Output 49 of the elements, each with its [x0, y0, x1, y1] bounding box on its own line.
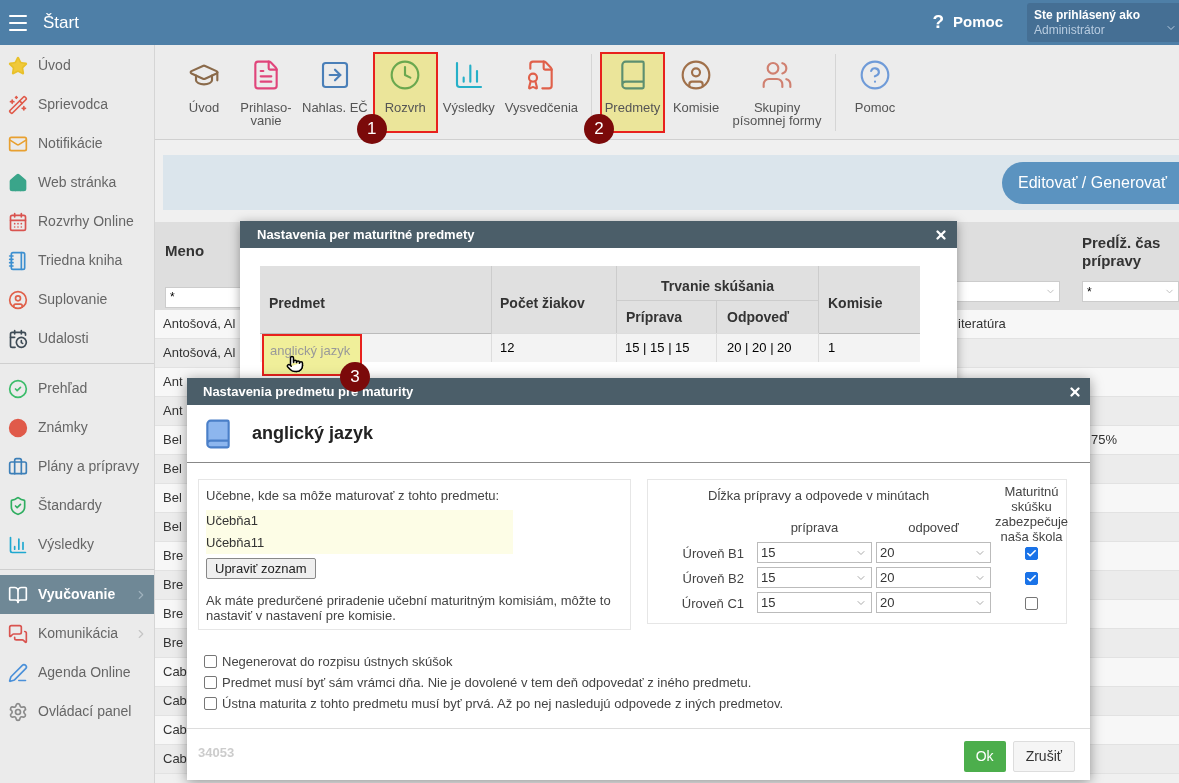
rooms-label: Učebne, kde sa môže maturovať z tohto predmetu:	[206, 487, 501, 505]
option-label: Negenerovat do rozpisu ústnych skúšok	[222, 653, 453, 670]
table-cell-text: Bel	[162, 518, 182, 537]
table-cell-text: Ant	[162, 373, 183, 392]
page-title: Štart	[43, 11, 79, 34]
level-label: Úroveň B2	[681, 569, 745, 588]
duration-heading: Dĺžka prípravy a odpovede v minútach	[707, 487, 931, 505]
table-cell-text: Cab	[162, 750, 187, 769]
step-badge: 2	[584, 114, 614, 144]
column-header: Trvanie skúšania	[661, 276, 774, 296]
level-label: Úroveň B1	[681, 544, 745, 563]
table-cell-text: Cab	[162, 663, 187, 682]
column-header: Meno	[165, 241, 206, 261]
answer-heading: odpoveď	[907, 518, 960, 537]
table-cell: 75%	[1091, 432, 1118, 448]
table-cell-text: 12	[500, 339, 515, 358]
table-cell: iteratúra	[958, 316, 1006, 332]
dialog-title: Nastavenia per maturitné predmety	[257, 225, 475, 244]
table-cell-text: Cab	[162, 692, 187, 711]
option-label: Ústna maturita z tohto predmetu musí byť prvá. Až po nej nasledujú odpovede z iných predmetov.	[222, 695, 784, 712]
table-cell-text: Bre	[162, 605, 184, 624]
table-cell-text: Ant	[162, 402, 183, 421]
table-cell-text: Bel	[162, 460, 182, 479]
option-label: Predmet musí byť sám vrámci dňa. Nie je dovolené v tem deň odpovedať z iného predmetu.	[222, 674, 752, 691]
school-heading: Maturitnú skúšku zabezpečuje naša škola	[995, 483, 1068, 540]
table-cell-text: 1	[828, 339, 836, 358]
column-header: Predmet	[269, 293, 326, 313]
step-badge: 1	[356, 114, 387, 144]
column-header: Odpoveď	[727, 307, 790, 327]
column-header: Komisie	[828, 293, 883, 313]
column-header: Príprava	[626, 307, 683, 327]
rooms-note: Ak máte predurčené priradenie učební maturitným komisiám, môžte to nastaviť v nastavení pre komisie.	[206, 592, 612, 623]
table-cell-text: Bel	[162, 489, 182, 508]
table-cell-text: 20 | 20 | 20	[727, 339, 792, 358]
table-cell-text: 15 | 15 | 15	[625, 339, 690, 358]
column-header: Počet žiakov	[500, 293, 585, 313]
room-item: Učebňa11	[206, 533, 266, 552]
room-item: Učebňa1	[206, 511, 260, 530]
column-header: Predĺž. čas prípravy	[1082, 234, 1162, 270]
table-cell-text: Bel	[162, 431, 182, 450]
level-label: Úroveň C1	[680, 594, 745, 613]
table-cell-text: Antošová, Al	[162, 344, 236, 363]
table-cell-text: Antošová, Al	[162, 315, 236, 334]
preparation-heading: príprava	[789, 518, 840, 537]
table-cell-text: Cab	[162, 721, 187, 740]
table-cell-text: Bre	[162, 547, 184, 566]
table-cell-text: Bre	[162, 634, 184, 653]
subject-title: anglický jazyk	[252, 422, 374, 445]
table-cell-text: Bre	[162, 576, 184, 595]
